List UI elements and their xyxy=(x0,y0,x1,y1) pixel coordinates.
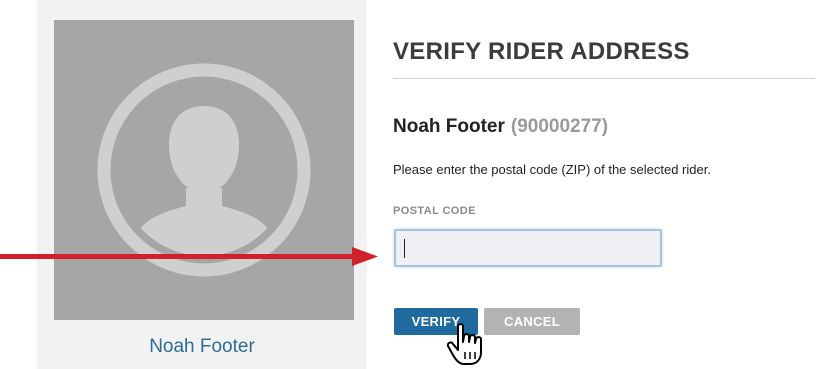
page-title: VERIFY RIDER ADDRESS xyxy=(393,38,690,65)
rider-heading: Noah Footer (90000277) xyxy=(393,116,608,138)
arrow-right-icon xyxy=(0,247,378,266)
postal-code-label: POSTAL CODE xyxy=(393,205,476,217)
verify-rider-page: Noah Footer VERIFY RIDER ADDRESS Noah Fo… xyxy=(0,0,820,369)
title-divider xyxy=(393,78,815,79)
rider-name: Noah Footer xyxy=(393,116,505,137)
postal-code-input[interactable] xyxy=(394,229,662,267)
avatar xyxy=(54,20,354,320)
rider-id: (90000277) xyxy=(510,116,609,137)
instructions-text: Please enter the postal code (ZIP) of th… xyxy=(393,162,711,177)
person-silhouette-icon xyxy=(97,63,311,277)
hand-pointer-icon xyxy=(446,323,482,365)
rider-profile-card: Noah Footer xyxy=(37,0,367,369)
profile-name-link[interactable]: Noah Footer xyxy=(37,336,367,358)
text-caret xyxy=(404,239,405,258)
cancel-button[interactable]: CANCEL xyxy=(484,308,580,335)
